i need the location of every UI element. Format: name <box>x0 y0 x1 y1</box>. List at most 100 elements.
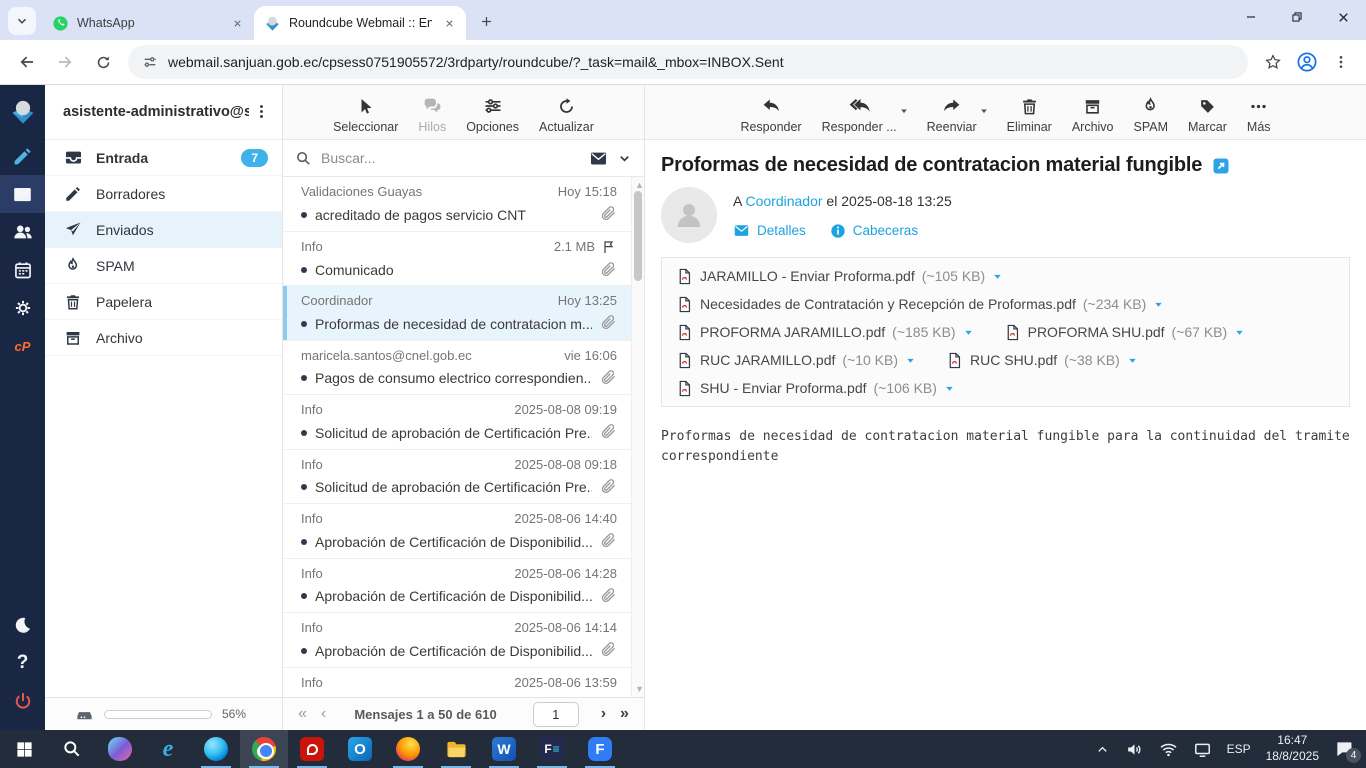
cpanel-icon[interactable]: cP <box>0 327 45 365</box>
logout-power-icon[interactable] <box>0 682 45 720</box>
list-scrollbar[interactable]: ▲ ▼ <box>631 177 644 697</box>
volume-icon[interactable] <box>1125 740 1144 759</box>
next-page-button[interactable]: › <box>601 705 606 723</box>
compose-icon[interactable] <box>0 137 45 175</box>
prev-page-button[interactable]: ‹ <box>321 705 326 723</box>
reply-all-caret-icon[interactable] <box>899 103 909 117</box>
details-link[interactable]: Detalles <box>733 222 806 239</box>
help-icon[interactable]: ? <box>0 644 45 682</box>
site-settings-tune-icon[interactable] <box>142 54 158 70</box>
last-page-button[interactable]: » <box>620 705 629 723</box>
reply-all-button[interactable]: Responder ... <box>822 95 897 134</box>
threads-button[interactable]: Hilos <box>418 95 446 134</box>
settings-gear-icon[interactable] <box>0 289 45 327</box>
wifi-icon[interactable] <box>1159 740 1178 759</box>
internet-explorer-button[interactable]: e <box>144 730 192 768</box>
chrome-button[interactable] <box>240 730 288 768</box>
address-bar[interactable]: webmail.sanjuan.gob.ec/cpsess0751905572/… <box>128 45 1248 79</box>
message-row[interactable]: Info 2025-08-08 09:18 Solicitud de aproba… <box>283 450 631 504</box>
forward-caret-icon[interactable] <box>979 103 989 117</box>
attachment-item[interactable]: RUC JARAMILLO.pdf (~10 KB) <box>676 352 916 369</box>
fes-app-button[interactable]: F ≡ <box>528 730 576 768</box>
browser-menu-kebab-icon[interactable] <box>1324 45 1358 79</box>
folder-entrada[interactable]: Entrada 7 <box>45 140 282 176</box>
folder-spam[interactable]: SPAM <box>45 248 282 284</box>
search-scope-envelope-icon[interactable] <box>589 149 608 168</box>
attachment-item[interactable]: RUC SHU.pdf (~38 KB) <box>946 352 1138 369</box>
forward-button[interactable] <box>48 45 82 79</box>
folder-enviados[interactable]: Enviados <box>45 212 282 248</box>
reply-button[interactable]: Responder <box>740 95 802 134</box>
fiel-app-button[interactable]: F <box>576 730 624 768</box>
reload-button[interactable] <box>86 45 120 79</box>
attachment-item[interactable]: Necesidades de Contratación y Recepción … <box>676 296 1164 313</box>
firefox-button[interactable] <box>384 730 432 768</box>
start-button[interactable] <box>0 730 48 768</box>
attachment-item[interactable]: JARAMILLO - Enviar Proforma.pdf (~105 KB) <box>676 268 1003 285</box>
outlook-button[interactable]: O <box>336 730 384 768</box>
message-row[interactable]: Info 2025-08-06 14:40 Aprobación de Certi… <box>283 504 631 559</box>
refresh-button[interactable]: Actualizar <box>539 95 594 134</box>
attachment-item[interactable]: SHU - Enviar Proforma.pdf (~106 KB) <box>676 380 955 397</box>
attachment-item[interactable]: PROFORMA JARAMILLO.pdf (~185 KB) <box>676 324 974 341</box>
folder-archivo[interactable]: Archivo <box>45 320 282 356</box>
restore-button[interactable] <box>1274 0 1320 34</box>
message-row[interactable]: Info 2025-08-06 14:14 Aprobación de Certi… <box>283 613 631 668</box>
word-button[interactable]: W <box>480 730 528 768</box>
forward-button[interactable]: Reenviar <box>927 95 977 134</box>
message-row[interactable]: Info 2.1 MB Comunicado <box>283 232 631 286</box>
browser-profile-icon[interactable] <box>1290 45 1324 79</box>
tray-expand-chevron-icon[interactable] <box>1095 742 1110 757</box>
attachment-caret-icon[interactable] <box>1153 299 1164 310</box>
scroll-up-icon[interactable]: ▲ <box>635 180 644 190</box>
message-row[interactable]: Info 2025-08-06 14:28 Aprobación de Certi… <box>283 559 631 613</box>
attachment-caret-icon[interactable] <box>1234 327 1245 338</box>
scrollbar-thumb[interactable] <box>634 191 642 281</box>
copilot-button[interactable] <box>96 730 144 768</box>
recipient-link[interactable]: Coordinador <box>745 193 822 209</box>
message-row[interactable]: Info 2025-08-06 13:59 <box>283 668 631 698</box>
delete-button[interactable]: Eliminar <box>1007 95 1052 134</box>
first-page-button[interactable]: « <box>298 705 307 723</box>
cast-display-icon[interactable] <box>1193 740 1212 759</box>
taskbar-search-button[interactable] <box>48 730 96 768</box>
headers-link[interactable]: Cabeceras <box>830 222 918 239</box>
tab-search-button[interactable] <box>8 7 36 35</box>
tab-close-icon[interactable] <box>228 14 246 32</box>
attachment-caret-icon[interactable] <box>905 355 916 366</box>
new-tab-button[interactable] <box>472 7 500 35</box>
search-input[interactable] <box>321 150 580 166</box>
spam-button[interactable]: SPAM <box>1134 95 1168 134</box>
message-row[interactable]: Info 2025-08-08 09:19 Solicitud de aproba… <box>283 395 631 450</box>
contacts-icon[interactable] <box>0 213 45 251</box>
more-button[interactable]: Más <box>1247 95 1271 134</box>
edge-button[interactable] <box>192 730 240 768</box>
folder-borradores[interactable]: Borradores <box>45 176 282 212</box>
open-external-link-icon[interactable] <box>1212 157 1230 175</box>
calendar-icon[interactable] <box>0 251 45 289</box>
message-row-selected[interactable]: Coordinador Hoy 13:25 Proformas de necesi… <box>283 286 631 341</box>
attachment-item[interactable]: PROFORMA SHU.pdf (~67 KB) <box>1004 324 1246 341</box>
notification-center-button[interactable]: 4 <box>1334 739 1361 763</box>
tab-roundcube[interactable]: Roundcube Webmail :: Enviados <box>254 6 466 40</box>
clock[interactable]: 16:47 18/8/2025 <box>1266 733 1319 764</box>
archive-button[interactable]: Archivo <box>1072 95 1114 134</box>
language-indicator[interactable]: ESP <box>1227 742 1251 756</box>
mail-icon[interactable] <box>0 175 45 213</box>
folder-papelera[interactable]: Papelera <box>45 284 282 320</box>
minimize-button[interactable] <box>1228 0 1274 34</box>
mark-button[interactable]: Marcar <box>1188 95 1227 134</box>
account-menu-icon[interactable] <box>249 103 274 121</box>
tab-whatsapp[interactable]: WhatsApp <box>42 6 254 40</box>
options-button[interactable]: Opciones <box>466 95 519 134</box>
back-button[interactable] <box>10 45 44 79</box>
scroll-down-icon[interactable]: ▼ <box>635 684 644 694</box>
message-row[interactable]: maricela.santos@cnel.gob.ec vie 16:06 Pag… <box>283 341 631 395</box>
url-text[interactable]: webmail.sanjuan.gob.ec/cpsess0751905572/… <box>168 54 784 70</box>
select-button[interactable]: Seleccionar <box>333 95 398 134</box>
dark-mode-moon-icon[interactable] <box>0 606 45 644</box>
bookmark-star-icon[interactable] <box>1256 45 1290 79</box>
attachment-caret-icon[interactable] <box>992 271 1003 282</box>
attachment-caret-icon[interactable] <box>963 327 974 338</box>
file-explorer-button[interactable] <box>432 730 480 768</box>
